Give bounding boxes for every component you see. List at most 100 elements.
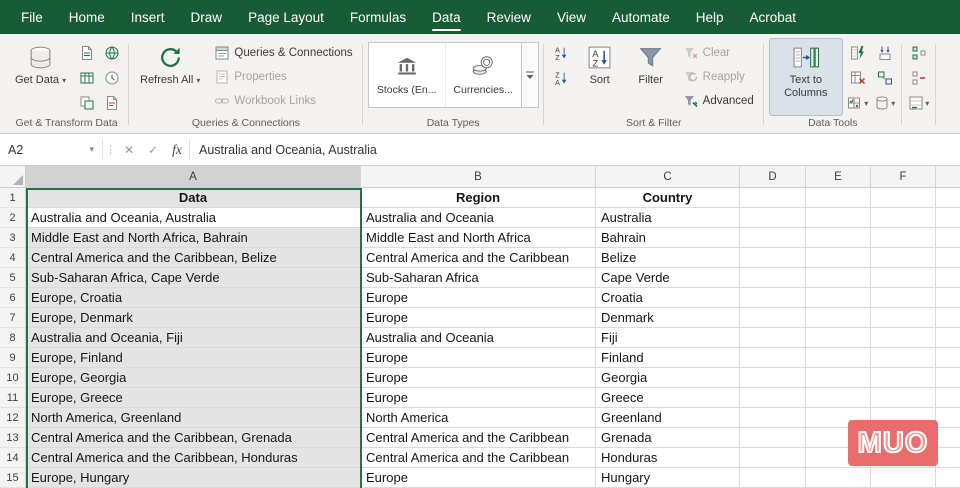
cell-G14[interactable]	[936, 448, 960, 468]
menu-tab-formulas[interactable]: Formulas	[337, 0, 419, 34]
formula-input[interactable]: Australia and Oceania, Australia	[190, 134, 960, 165]
cell-F11[interactable]	[871, 388, 936, 408]
menu-tab-draw[interactable]: Draw	[178, 0, 236, 34]
column-header-d[interactable]: D	[740, 166, 806, 187]
cell-A4[interactable]: Central America and the Caribbean, Beliz…	[26, 248, 361, 268]
properties-button[interactable]: Properties	[209, 65, 357, 88]
cell-C6[interactable]: Croatia	[596, 288, 740, 308]
cell-B10[interactable]: Europe	[361, 368, 596, 388]
cell-C12[interactable]: Greenland	[596, 408, 740, 428]
advanced-filter-button[interactable]: Advanced	[678, 89, 759, 112]
row-header-15[interactable]: 15	[0, 468, 26, 488]
cell-C13[interactable]: Grenada	[596, 428, 740, 448]
cell-G9[interactable]	[936, 348, 960, 368]
menu-tab-acrobat[interactable]: Acrobat	[737, 0, 810, 34]
cell-F7[interactable]	[871, 308, 936, 328]
cell-G5[interactable]	[936, 268, 960, 288]
cell-G11[interactable]	[936, 388, 960, 408]
row-header-7[interactable]: 7	[0, 308, 26, 328]
row-header-14[interactable]: 14	[0, 448, 26, 468]
row-header-8[interactable]: 8	[0, 328, 26, 348]
from-text-csv-button[interactable]	[75, 41, 99, 65]
cell-A2[interactable]: Australia and Oceania, Australia	[26, 208, 361, 228]
cell-F2[interactable]	[871, 208, 936, 228]
remove-duplicates-button[interactable]	[846, 66, 870, 90]
cell-B15[interactable]: Europe	[361, 468, 596, 488]
cell-F15[interactable]	[871, 468, 936, 488]
cell-D14[interactable]	[740, 448, 806, 468]
cell-C11[interactable]: Greece	[596, 388, 740, 408]
manage-data-model-button[interactable]: ▾	[873, 91, 897, 115]
recent-sources-button[interactable]	[100, 66, 124, 90]
cell-F1[interactable]	[871, 188, 936, 208]
cell-B12[interactable]: North America	[361, 408, 596, 428]
column-header-a[interactable]: A	[26, 166, 361, 187]
cell-D11[interactable]	[740, 388, 806, 408]
cell-F4[interactable]	[871, 248, 936, 268]
cell-E2[interactable]	[806, 208, 871, 228]
from-table-range-button[interactable]	[75, 66, 99, 90]
cell-C5[interactable]: Cape Verde	[596, 268, 740, 288]
ungroup-button[interactable]	[907, 66, 931, 90]
cell-D12[interactable]	[740, 408, 806, 428]
cell-C2[interactable]: Australia	[596, 208, 740, 228]
row-header-3[interactable]: 3	[0, 228, 26, 248]
reapply-filter-button[interactable]: Reapply	[678, 65, 759, 88]
cell-G4[interactable]	[936, 248, 960, 268]
cell-A8[interactable]: Australia and Oceania, Fiji	[26, 328, 361, 348]
cell-E3[interactable]	[806, 228, 871, 248]
cell-G2[interactable]	[936, 208, 960, 228]
cell-G7[interactable]	[936, 308, 960, 328]
row-header-1[interactable]: 1	[0, 188, 26, 208]
cancel-button[interactable]: ✕	[117, 134, 141, 165]
cell-D13[interactable]	[740, 428, 806, 448]
cell-B2[interactable]: Australia and Oceania	[361, 208, 596, 228]
relationships-button[interactable]	[873, 66, 897, 90]
cell-B11[interactable]: Europe	[361, 388, 596, 408]
cell-B14[interactable]: Central America and the Caribbean	[361, 448, 596, 468]
cell-G1[interactable]	[936, 188, 960, 208]
cell-G13[interactable]	[936, 428, 960, 448]
name-box[interactable]: A2 ▾	[0, 134, 102, 165]
cell-F5[interactable]	[871, 268, 936, 288]
currencies-data-type-button[interactable]: Currencies...	[445, 43, 521, 107]
cell-A11[interactable]: Europe, Greece	[26, 388, 361, 408]
cell-B7[interactable]: Europe	[361, 308, 596, 328]
cell-G6[interactable]	[936, 288, 960, 308]
cell-E9[interactable]	[806, 348, 871, 368]
row-header-10[interactable]: 10	[0, 368, 26, 388]
row-header-13[interactable]: 13	[0, 428, 26, 448]
cell-E5[interactable]	[806, 268, 871, 288]
row-header-5[interactable]: 5	[0, 268, 26, 288]
flash-fill-button[interactable]	[846, 41, 870, 65]
group-outline-button[interactable]	[907, 41, 931, 65]
cell-A10[interactable]: Europe, Georgia	[26, 368, 361, 388]
cell-A1[interactable]: Data	[26, 188, 361, 208]
stocks-data-type-button[interactable]: Stocks (En...	[369, 43, 445, 107]
menu-tab-automate[interactable]: Automate	[599, 0, 683, 34]
cell-D6[interactable]	[740, 288, 806, 308]
refresh-all-button[interactable]: Refresh All ▾	[134, 38, 206, 116]
menu-tab-data[interactable]: Data	[419, 0, 474, 34]
cell-A14[interactable]: Central America and the Caribbean, Hondu…	[26, 448, 361, 468]
cell-D1[interactable]	[740, 188, 806, 208]
cell-D8[interactable]	[740, 328, 806, 348]
cell-C3[interactable]: Bahrain	[596, 228, 740, 248]
cell-D7[interactable]	[740, 308, 806, 328]
column-header-c[interactable]: C	[596, 166, 740, 187]
queries-connections-button[interactable]: Queries & Connections	[209, 41, 357, 64]
cell-B8[interactable]: Australia and Oceania	[361, 328, 596, 348]
cell-D3[interactable]	[740, 228, 806, 248]
cell-G15[interactable]	[936, 468, 960, 488]
cell-E6[interactable]	[806, 288, 871, 308]
enter-button[interactable]: ✓	[141, 134, 165, 165]
cell-A12[interactable]: North America, Greenland	[26, 408, 361, 428]
cell-F3[interactable]	[871, 228, 936, 248]
cell-G8[interactable]	[936, 328, 960, 348]
cell-B6[interactable]: Europe	[361, 288, 596, 308]
sort-ascending-button[interactable]: AZ	[549, 41, 573, 65]
cell-D15[interactable]	[740, 468, 806, 488]
row-header-12[interactable]: 12	[0, 408, 26, 428]
cell-D9[interactable]	[740, 348, 806, 368]
cell-E15[interactable]	[806, 468, 871, 488]
